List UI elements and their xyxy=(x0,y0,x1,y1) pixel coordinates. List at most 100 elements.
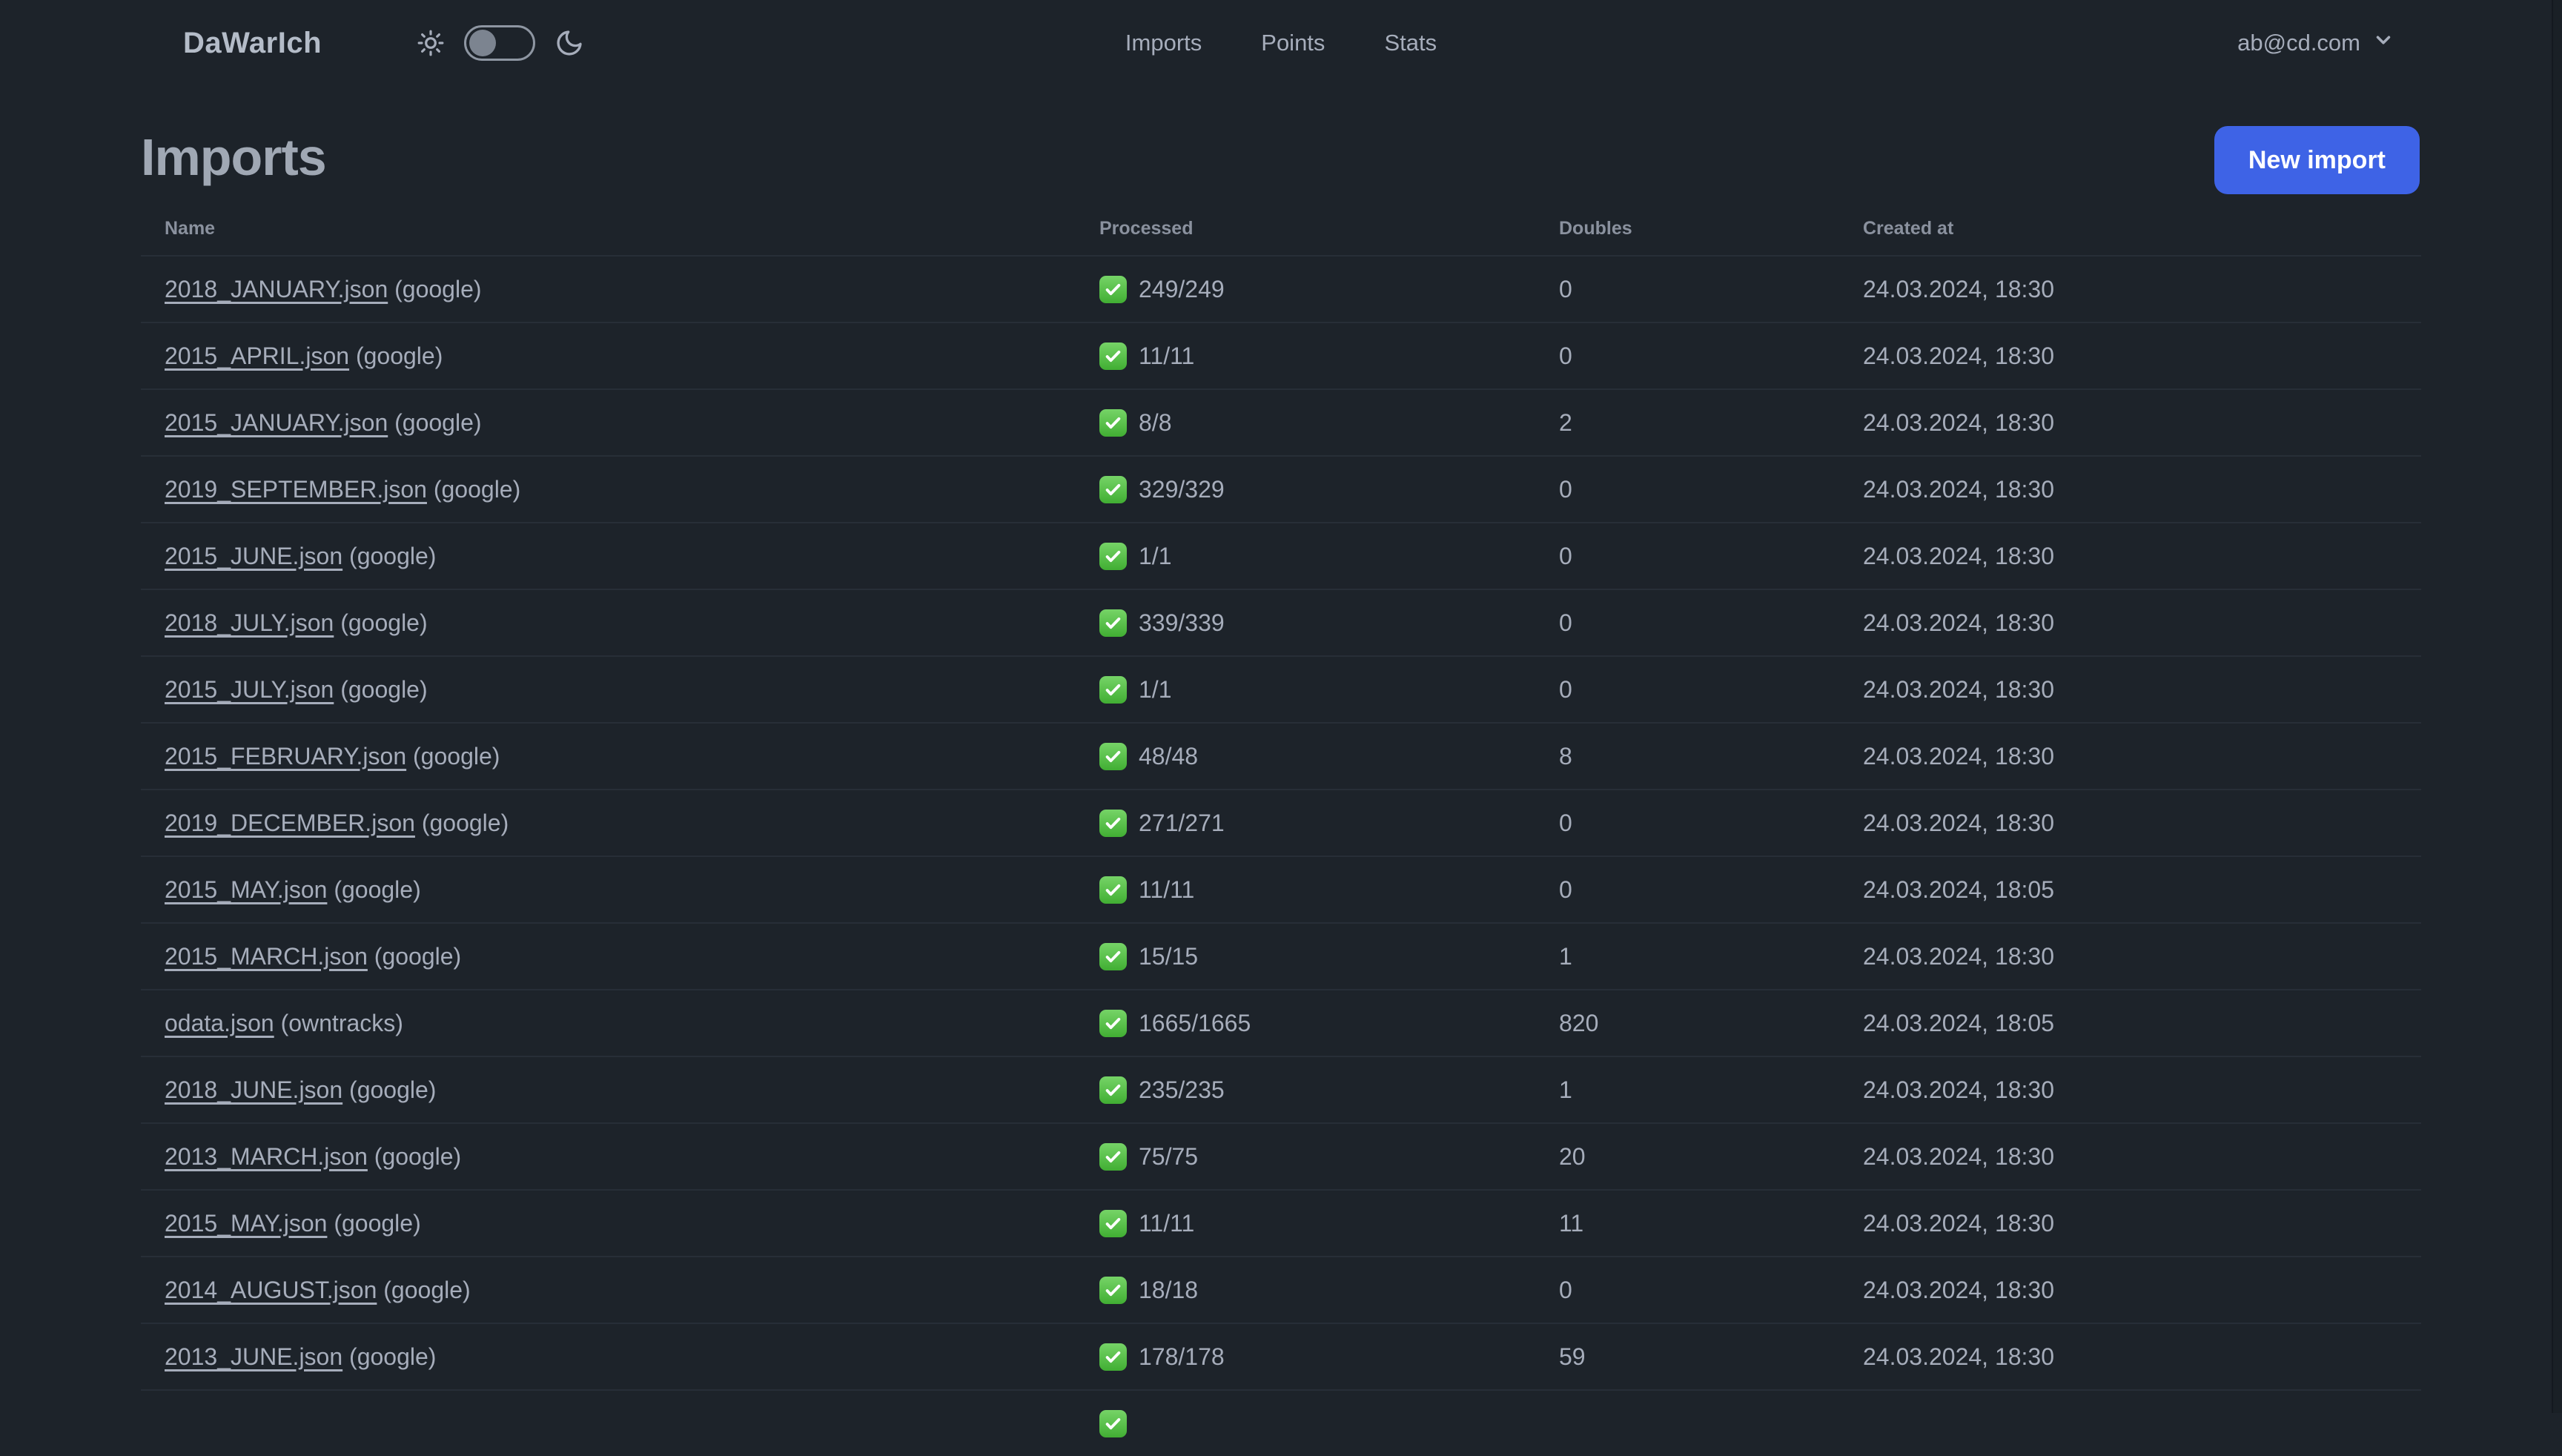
created-at: 24.03.2024, 18:30 xyxy=(1863,475,2055,503)
table-row: 2015_JUNE.json (google) 1/1 0 24.03.2024… xyxy=(141,522,2421,589)
import-file-link[interactable]: 2013_MARCH.json xyxy=(165,1143,368,1170)
import-file-link[interactable]: 2015_MAY.json xyxy=(165,876,327,903)
doubles-count: 2 xyxy=(1559,408,1572,436)
created-at: 24.03.2024, 18:30 xyxy=(1863,742,2055,770)
import-file-link[interactable]: odata.json xyxy=(165,1010,274,1036)
created-at: 24.03.2024, 18:30 xyxy=(1863,1209,2055,1237)
doubles-count: 0 xyxy=(1559,275,1572,302)
success-check-icon xyxy=(1099,475,1127,503)
success-check-icon xyxy=(1099,942,1127,970)
processed-cell: 1665/1665 xyxy=(1076,1009,1535,1037)
success-check-icon xyxy=(1099,542,1127,570)
import-file-link[interactable]: 2018_JUNE.json xyxy=(165,1076,342,1103)
import-file-link[interactable]: 2019_DECEMBER.json xyxy=(165,810,415,836)
created-at: 24.03.2024, 18:05 xyxy=(1863,1009,2055,1036)
app-logo[interactable]: DaWarIch xyxy=(183,27,322,60)
success-check-icon xyxy=(1099,675,1127,704)
success-check-icon xyxy=(1099,1343,1127,1371)
page-scrollbar[interactable] xyxy=(2552,0,2562,1413)
import-file-link[interactable]: 2013_JUNE.json xyxy=(165,1343,342,1370)
table-row: 2019_SEPTEMBER.json (google) 329/329 0 2… xyxy=(141,455,2421,522)
column-header-doubles: Doubles xyxy=(1559,217,1632,239)
chevron-down-icon xyxy=(2372,29,2394,57)
nav-link-imports[interactable]: Imports xyxy=(1125,30,1202,56)
import-file-link[interactable]: 2015_JUNE.json xyxy=(165,543,342,569)
user-menu[interactable]: ab@cd.com xyxy=(2237,29,2394,57)
processed-count: 1665/1665 xyxy=(1139,1009,1251,1036)
processed-count: 11/11 xyxy=(1139,1209,1195,1237)
success-check-icon xyxy=(1099,609,1127,637)
table-row: odata.json (owntracks) 1665/1665 820 24.… xyxy=(141,989,2421,1056)
processed-cell: 48/48 xyxy=(1076,742,1535,770)
success-check-icon xyxy=(1099,876,1127,904)
name-cell: 2015_JANUARY.json (google) xyxy=(141,409,1076,437)
success-check-icon xyxy=(1099,275,1127,303)
processed-count: 339/339 xyxy=(1139,609,1225,636)
import-file-link[interactable]: 2015_MAY.json xyxy=(165,1210,327,1237)
processed-count: 178/178 xyxy=(1139,1343,1225,1370)
created-at: 24.03.2024, 18:30 xyxy=(1863,1276,2055,1303)
success-check-icon xyxy=(1099,408,1127,437)
import-source-label: (google) xyxy=(327,1209,421,1237)
import-source-label: (google) xyxy=(342,1343,437,1370)
processed-count: 18/18 xyxy=(1139,1276,1199,1303)
theme-toggle-switch[interactable] xyxy=(464,25,536,61)
import-source-label: (google) xyxy=(367,1142,462,1170)
processed-cell: 178/178 xyxy=(1076,1343,1535,1371)
navbar: DaWarIch Imports Points Stats ab@cd.com xyxy=(0,0,2562,86)
processed-cell: 18/18 xyxy=(1076,1276,1535,1304)
import-file-link[interactable]: 2015_MARCH.json xyxy=(165,943,368,970)
processed-cell: 15/15 xyxy=(1076,942,1535,970)
import-source-label: (google) xyxy=(327,876,421,903)
table-row: 2019_DECEMBER.json (google) 271/271 0 24… xyxy=(141,789,2421,856)
import-file-link[interactable]: 2014_AUGUST.json xyxy=(165,1277,377,1303)
doubles-count: 11 xyxy=(1559,1209,1584,1237)
table-row: 2014_AUGUST.json (google) 18/18 0 24.03.… xyxy=(141,1256,2421,1323)
success-check-icon xyxy=(1099,1209,1127,1237)
toggle-knob xyxy=(469,30,497,56)
import-file-link[interactable]: 2018_JANUARY.json xyxy=(165,276,388,302)
success-check-icon xyxy=(1099,742,1127,770)
success-check-icon xyxy=(1099,1276,1127,1304)
import-source-label: (google) xyxy=(334,675,428,703)
import-source-label: (google) xyxy=(388,408,482,436)
import-file-link[interactable]: 2015_JANUARY.json xyxy=(165,409,388,436)
name-cell: 2015_APRIL.json (google) xyxy=(141,343,1076,370)
import-source-label: (google) xyxy=(406,742,500,770)
name-cell: 2015_JUNE.json (google) xyxy=(141,543,1076,570)
processed-count: 271/271 xyxy=(1139,809,1225,836)
created-at: 24.03.2024, 18:30 xyxy=(1863,408,2055,436)
import-file-link[interactable]: 2018_JULY.json xyxy=(165,609,334,636)
doubles-count: 0 xyxy=(1559,876,1572,903)
user-email: ab@cd.com xyxy=(2237,30,2360,56)
processed-count: 75/75 xyxy=(1139,1142,1199,1170)
import-source-label: (google) xyxy=(426,475,521,503)
name-cell: 2018_JULY.json (google) xyxy=(141,609,1076,637)
processed-cell: 11/11 xyxy=(1076,876,1535,904)
nav-link-stats[interactable]: Stats xyxy=(1384,30,1437,56)
table-row: 2013_MARCH.json (google) 75/75 20 24.03.… xyxy=(141,1122,2421,1189)
processed-cell xyxy=(1076,1409,1535,1437)
processed-count: 1/1 xyxy=(1139,542,1172,569)
table-row: 2015_MAY.json (google) 11/11 0 24.03.202… xyxy=(141,856,2421,922)
created-at: 24.03.2024, 18:30 xyxy=(1863,942,2055,970)
processed-count: 1/1 xyxy=(1139,675,1172,703)
success-check-icon xyxy=(1099,1409,1127,1437)
new-import-button[interactable]: New import xyxy=(2214,126,2420,194)
import-file-link[interactable]: 2015_JULY.json xyxy=(165,676,334,703)
page-title: Imports xyxy=(141,128,327,186)
table-row: 2015_JANUARY.json (google) 8/8 2 24.03.2… xyxy=(141,388,2421,455)
doubles-count: 0 xyxy=(1559,675,1572,703)
doubles-count: 0 xyxy=(1559,542,1572,569)
created-at: 24.03.2024, 18:30 xyxy=(1863,542,2055,569)
import-file-link[interactable]: 2015_FEBRUARY.json xyxy=(165,743,406,770)
name-cell: 2013_JUNE.json (google) xyxy=(141,1343,1076,1371)
success-check-icon xyxy=(1099,809,1127,837)
import-source-label: (google) xyxy=(342,542,437,569)
import-file-link[interactable]: 2019_SEPTEMBER.json xyxy=(165,476,427,503)
nav-link-points[interactable]: Points xyxy=(1261,30,1325,56)
import-file-link[interactable]: 2015_APRIL.json xyxy=(165,343,349,369)
name-cell: 2019_DECEMBER.json (google) xyxy=(141,810,1076,837)
created-at: 24.03.2024, 18:30 xyxy=(1863,675,2055,703)
import-source-label: (google) xyxy=(342,1076,437,1103)
